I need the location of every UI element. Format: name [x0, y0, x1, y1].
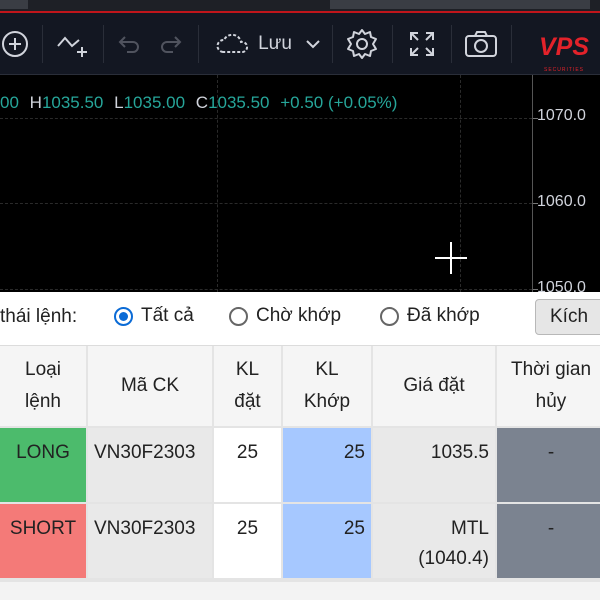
logo-subtext: SECURITIES — [544, 67, 585, 73]
price-axis[interactable]: 1070.0 1060.0 1050.0 — [532, 75, 600, 296]
radio-pending-label: Chờ khớp — [256, 305, 342, 326]
matched-quantity-cell[interactable]: 25 — [283, 504, 373, 580]
order-type-cell[interactable]: SHORT — [0, 504, 88, 580]
radio-pending[interactable]: Chờ khớp — [229, 305, 341, 327]
price-reference: (1040.4) — [418, 548, 489, 569]
top-strip-segment — [0, 0, 28, 9]
ohlc-legend: 00 H1035.50 L1035.00 C1035.50 +0.50 (+0.… — [0, 93, 397, 113]
price-cell[interactable]: MTL (1040.4) — [373, 504, 497, 580]
cloud-icon — [216, 33, 249, 53]
open-value: 00 — [0, 93, 19, 112]
order-filter-bar: thái lệnh: Tất cả Chờ khớp Đã khớp Kích — [0, 292, 600, 346]
settings-button[interactable] — [341, 13, 383, 75]
header-quantity: KL đặt — [214, 346, 283, 428]
toolbar-separator — [392, 25, 393, 63]
radio-all[interactable]: Tất cả — [114, 305, 194, 327]
camera-icon — [465, 31, 497, 57]
radio-indicator[interactable] — [114, 306, 133, 326]
radio-indicator[interactable] — [380, 306, 399, 326]
add-circle-icon — [2, 31, 28, 57]
header-matched-line1: KL — [315, 359, 339, 380]
high-value: 1035.50 — [41, 93, 104, 112]
header-order-type: Loại lệnh — [0, 346, 88, 428]
header-order-type-line2: lệnh — [25, 391, 61, 412]
header-symbol-label: Mã CK — [120, 375, 180, 396]
grid-line — [460, 75, 461, 292]
toolbar-separator — [103, 25, 104, 63]
header-cancel-time-line1: Thời gian — [510, 359, 592, 380]
gear-icon — [347, 29, 377, 59]
matched-quantity-cell[interactable]: 25 — [283, 428, 373, 504]
indicators-button[interactable] — [52, 13, 94, 75]
header-price: Giá đặt — [373, 346, 497, 428]
quantity-cell[interactable]: 25 — [214, 504, 283, 580]
screenshot-button[interactable] — [459, 13, 503, 75]
change-value: +0.50 (+0.05%) — [280, 93, 398, 112]
symbol-cell[interactable]: VN30F2303 — [88, 504, 214, 580]
radio-all-label: Tất cả — [141, 305, 194, 326]
quantity-cell[interactable]: 25 — [214, 428, 283, 504]
fullscreen-icon — [410, 32, 434, 56]
toolbar-separator — [451, 25, 452, 63]
order-type-cell[interactable]: LONG — [0, 428, 88, 504]
filter-label: thái lệnh: — [0, 306, 78, 327]
radio-matched[interactable]: Đã khớp — [380, 305, 480, 327]
chevron-down-icon — [306, 40, 320, 49]
top-strip-segment — [330, 0, 590, 9]
header-quantity-line1: KL — [235, 359, 260, 380]
price-value: MTL — [451, 518, 489, 539]
header-symbol: Mã CK — [88, 346, 214, 428]
fullscreen-button[interactable] — [401, 13, 443, 75]
close-value: 1035.50 — [208, 93, 270, 112]
price-tick-label: 1060.0 — [537, 193, 586, 210]
price-cell[interactable]: 1035.5 — [373, 428, 497, 504]
indicator-icon — [57, 36, 87, 57]
undo-icon — [118, 36, 139, 53]
low-value: 1035.00 — [123, 93, 186, 112]
price-value: 1035.5 — [430, 442, 489, 463]
price-chart[interactable]: 00 H1035.50 L1035.00 C1035.50 +0.50 (+0.… — [0, 75, 600, 296]
radio-matched-label: Đã khớp — [407, 305, 480, 326]
low-label: L — [114, 93, 124, 112]
price-tick-label: 1070.0 — [537, 107, 586, 124]
cancel-time-cell[interactable]: - — [497, 428, 600, 504]
table-next-row — [0, 580, 600, 600]
toolbar-separator — [332, 25, 333, 63]
redo-button[interactable] — [156, 13, 188, 75]
save-layout-button[interactable]: Lưu — [208, 13, 330, 75]
grid-line — [0, 289, 532, 290]
redo-icon — [161, 36, 182, 53]
header-order-type-line1: Loại — [25, 359, 61, 380]
toolbar-separator — [198, 25, 199, 63]
orders-table: Loại lệnh Mã CK KL đặt KL Khớp Giá đặt Thời… — [0, 346, 600, 600]
header-quantity-line2: đặt — [234, 391, 261, 412]
header-cancel-time-line2: hủy — [535, 391, 567, 412]
undo-button[interactable] — [112, 13, 144, 75]
crosshair-cursor — [450, 242, 452, 274]
top-strip — [0, 0, 600, 13]
vps-logo: VPS SECURITIES — [532, 26, 600, 76]
toolbar-separator — [42, 25, 43, 63]
header-price-label: Giá đặt — [403, 375, 465, 396]
radio-indicator[interactable] — [229, 306, 248, 326]
grid-line — [0, 118, 532, 119]
high-label: H — [29, 93, 42, 112]
close-label: C — [195, 93, 209, 112]
chart-toolbar: Lưu VPS SECURITIES — [0, 13, 600, 75]
cancel-orders-button[interactable]: Kích — [535, 299, 600, 335]
logo-text: VPS — [539, 33, 590, 61]
toolbar-separator — [511, 25, 512, 63]
header-matched-line2: Khớp — [303, 391, 351, 412]
save-label: Lưu — [258, 33, 292, 54]
grid-line — [0, 203, 532, 204]
symbol-cell[interactable]: VN30F2303 — [88, 428, 214, 504]
add-button[interactable] — [0, 13, 38, 75]
header-cancel-time: Thời gian hủy — [497, 346, 600, 428]
header-matched-quantity: KL Khớp — [283, 346, 373, 428]
cancel-time-cell[interactable]: - — [497, 504, 600, 580]
